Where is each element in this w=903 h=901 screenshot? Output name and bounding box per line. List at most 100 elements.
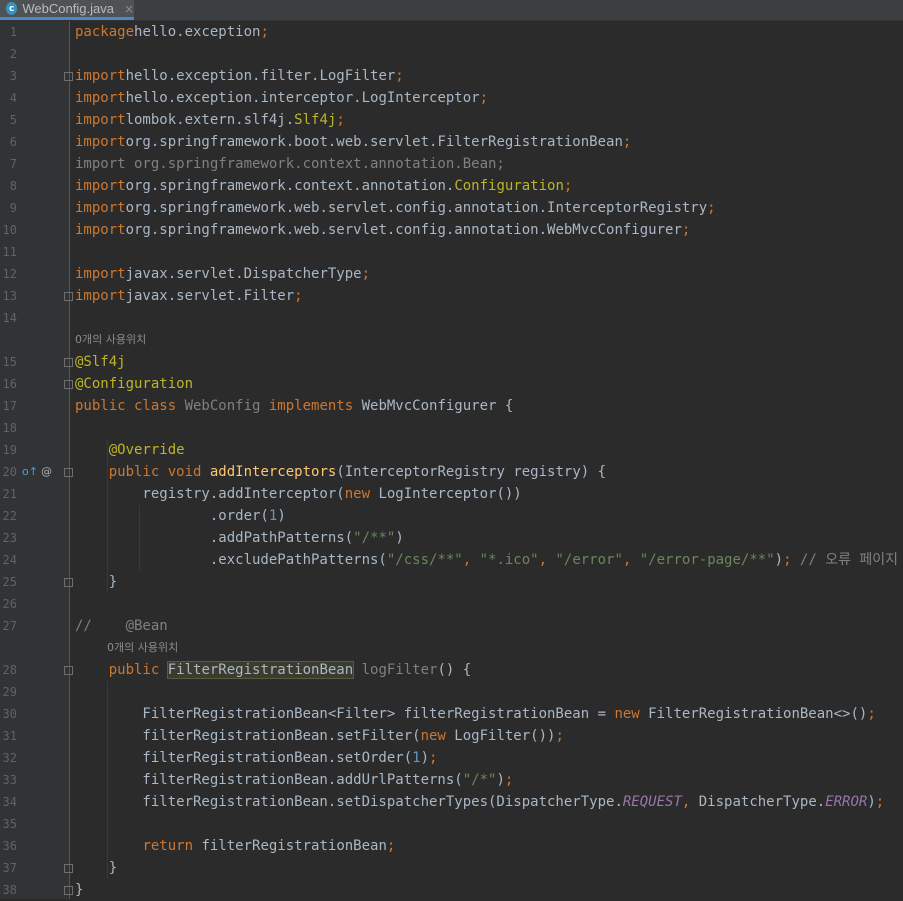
code-token — [75, 838, 142, 854]
code-token: public — [109, 662, 168, 678]
code-token: .order( — [75, 508, 269, 524]
code-line: import org.springframework.context.annot… — [75, 153, 505, 175]
code-line: public void addInterceptors(InterceptorR… — [75, 461, 606, 483]
code-token: "/*" — [463, 772, 497, 788]
code-token: } — [75, 882, 83, 898]
code-token: return — [142, 838, 201, 854]
code-token — [75, 442, 109, 458]
code-token: @Override — [109, 442, 185, 458]
code-token: org.springframework.context.annotation. — [126, 178, 455, 194]
code-token: () { — [437, 662, 471, 678]
code-token: } — [75, 860, 117, 876]
code-token: org.springframework.web.servlet.config.a… — [126, 200, 708, 216]
code-token: ; — [876, 794, 884, 810]
code-token: ; — [260, 24, 268, 40]
code-token: import — [75, 178, 126, 194]
code-token: ; — [707, 200, 715, 216]
code-token: } — [75, 574, 117, 590]
code-token: filterRegistrationBean.addUrlPatterns( — [75, 772, 463, 788]
line-number: 33 — [0, 769, 17, 791]
code-token: import — [75, 288, 126, 304]
line-number: 4 — [0, 87, 17, 109]
code-token: registry.addInterceptor( — [75, 486, 345, 502]
code-token: org.springframework.boot.web.servlet.Fil… — [126, 134, 623, 150]
code-line: importorg.springframework.web.servlet.co… — [75, 219, 690, 241]
code-line: filterRegistrationBean.setDispatcherType… — [75, 791, 884, 813]
line-number: 25 — [0, 571, 17, 593]
code-token: ) — [421, 750, 429, 766]
code-token: org.springframework.web.servlet.config.a… — [126, 222, 682, 238]
code-line: importorg.springframework.web.servlet.co… — [75, 197, 716, 219]
code-token: lombok.extern.slf4j. — [126, 112, 295, 128]
fold-marker-icon[interactable] — [64, 358, 73, 367]
line-number: 1 — [0, 21, 17, 43]
fold-marker-icon[interactable] — [64, 886, 73, 895]
fold-marker-icon[interactable] — [64, 578, 73, 587]
code-token: import — [75, 200, 126, 216]
override-method-icon[interactable]: o↑ — [22, 465, 38, 479]
code-token: ERROR — [825, 794, 867, 810]
code-token — [75, 662, 109, 678]
annotation-icon[interactable]: @ — [41, 465, 52, 479]
indent-guide — [139, 505, 140, 571]
code-line: packagehello.exception; — [75, 21, 269, 43]
line-number: 35 — [0, 813, 17, 835]
code-token: import — [75, 222, 126, 238]
code-token: FilterRegistrationBean<>() — [648, 706, 867, 722]
line-number: 12 — [0, 263, 17, 285]
code-line: public FilterRegistrationBean logFilter(… — [75, 659, 471, 681]
code-token: ) — [395, 530, 403, 546]
usage-hint[interactable]: 0개의 사용위치 — [107, 641, 178, 655]
line-number: 26 — [0, 593, 17, 615]
code-token: ; — [867, 706, 875, 722]
fold-marker-icon[interactable] — [64, 666, 73, 675]
fold-marker-icon[interactable] — [64, 864, 73, 873]
code-line: importhello.exception.filter.LogFilter; — [75, 65, 404, 87]
code-line: importjavax.servlet.DispatcherType; — [75, 263, 370, 285]
code-token: implements — [269, 398, 362, 414]
code-line: } — [75, 571, 117, 593]
line-number: 21 — [0, 483, 17, 505]
code-token: Configuration — [454, 178, 564, 194]
code-token: new — [614, 706, 648, 722]
code-token: ; — [682, 222, 690, 238]
gutter-divider — [69, 21, 70, 899]
line-number: 23 — [0, 527, 17, 549]
code-line: .excludePathPatterns("/css/**", "*.ico",… — [75, 549, 903, 571]
java-class-icon: c — [6, 2, 17, 15]
code-line: } — [75, 857, 117, 879]
code-token: ) — [277, 508, 285, 524]
code-token: "*.ico" — [480, 552, 539, 568]
code-token: hello.exception.interceptor.LogIntercept… — [126, 90, 480, 106]
code-line: filterRegistrationBean.setFilter(new Log… — [75, 725, 564, 747]
code-token: import — [75, 90, 126, 106]
close-icon[interactable]: × — [124, 2, 134, 16]
code-token: ) — [867, 794, 875, 810]
line-number: 29 — [0, 681, 17, 703]
code-token: ; — [395, 68, 403, 84]
code-line: importorg.springframework.context.annota… — [75, 175, 572, 197]
fold-marker-icon[interactable] — [64, 72, 73, 81]
code-line: importhello.exception.interceptor.LogInt… — [75, 87, 488, 109]
fold-marker-icon[interactable] — [64, 380, 73, 389]
fold-marker-icon[interactable] — [64, 292, 73, 301]
line-number: 14 — [0, 307, 17, 329]
code-token: , — [539, 552, 556, 568]
code-token: import — [75, 266, 126, 282]
code-token: , — [463, 552, 480, 568]
code-token: FilterRegistrationBean<Filter> filterReg… — [75, 706, 614, 722]
fold-marker-icon[interactable] — [64, 468, 73, 477]
usage-hint[interactable]: 0개의 사용위치 — [75, 333, 146, 347]
indent-guide — [107, 681, 108, 879]
indent-guide — [107, 439, 108, 593]
line-number: 15 — [0, 351, 17, 373]
code-token: .addPathPatterns( — [75, 530, 353, 546]
line-number: 30 — [0, 703, 17, 725]
code-token: // @Bean — [75, 618, 168, 634]
code-token: "/**" — [353, 530, 395, 546]
code-token: filterRegistrationBean.setDispatcherType… — [75, 794, 623, 810]
code-token: ; — [555, 728, 563, 744]
code-token: WebMvcConfigurer { — [362, 398, 514, 414]
code-token: ; — [336, 112, 344, 128]
tab-webconfig[interactable]: c WebConfig.java × — [0, 0, 134, 20]
